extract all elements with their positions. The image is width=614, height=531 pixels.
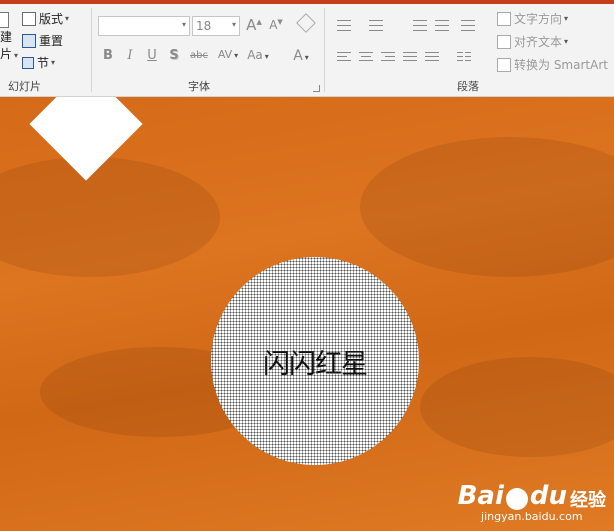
new-slide-label-top: 建 (0, 30, 13, 44)
align-text-label: 对齐文本 (514, 35, 563, 49)
strikethrough-button[interactable]: abc (186, 50, 212, 61)
chevron-down-icon: ▾ (564, 14, 569, 23)
circle-text[interactable]: 闪闪红星 (263, 342, 368, 381)
bold-label: B (103, 48, 113, 63)
slide-canvas[interactable]: 闪闪红星 Bai du 经验 jingyan.baidu.com (0, 97, 614, 531)
font-size-value: 18 (196, 19, 212, 33)
chevron-down-icon: ▾ (51, 58, 56, 67)
numbering-button[interactable] (369, 18, 393, 32)
baidu-watermark: Bai du 经验 jingyan.baidu.com (458, 481, 606, 524)
slides-group: 建 片 ▾ 版式 ▾ 重置 节 ▾ 幻灯片 (0, 4, 92, 96)
underline-label: U (147, 48, 157, 63)
layout-icon (22, 11, 36, 26)
spacing-label: AV (217, 48, 233, 61)
reset-icon (22, 33, 36, 48)
bullets-button[interactable] (337, 18, 361, 32)
bold-button[interactable]: B (98, 48, 118, 63)
align-right-button[interactable] (381, 50, 397, 64)
reset-button[interactable]: 重置 (22, 32, 63, 49)
layout-button[interactable]: 版式 ▾ (22, 10, 69, 27)
shadow-label: S (169, 48, 179, 63)
section-icon (22, 56, 34, 69)
convert-smartart-label: 转换为 SmartArt (514, 58, 608, 72)
shadow-button[interactable]: S (164, 48, 184, 63)
align-left-button[interactable] (337, 50, 353, 64)
font-color-label: A (293, 48, 303, 64)
section-label: 节 (37, 56, 50, 70)
new-slide-button[interactable]: 建 片 ▾ (0, 12, 18, 62)
char-spacing-button[interactable]: AV ▾ (214, 48, 242, 61)
text-direction-label: 文字方向 (514, 12, 563, 26)
ribbon: 建 片 ▾ 版式 ▾ 重置 节 ▾ 幻灯片 ▾ 18 ▾ A▲ A▼ B I U… (0, 4, 614, 97)
underline-button[interactable]: U (142, 48, 162, 63)
background-texture (420, 357, 614, 457)
case-label: Aa (247, 48, 263, 62)
clear-format-button[interactable] (296, 13, 316, 34)
text-direction-icon (497, 11, 511, 26)
paw-icon (505, 488, 528, 510)
text-direction-button[interactable]: 文字方向 ▾ (497, 10, 568, 27)
font-group-label: 字体 (188, 80, 210, 93)
smartart-icon (497, 57, 511, 72)
background-texture (360, 137, 614, 277)
convert-smartart-button[interactable]: 转换为 SmartArt (497, 56, 608, 73)
chevron-down-icon: ▾ (231, 20, 236, 29)
new-slide-label-bottom: 片 ▾ (0, 47, 19, 61)
italic-button[interactable]: I (120, 48, 140, 63)
dialog-launcher-icon[interactable] (313, 85, 320, 92)
watermark-jingyan: 经验 (570, 490, 606, 511)
background-texture (0, 157, 220, 277)
align-text-button[interactable]: 对齐文本 ▾ (497, 33, 568, 50)
align-text-icon (497, 34, 511, 49)
section-button[interactable]: 节 ▾ (22, 54, 55, 71)
font-color-button[interactable]: A ▾ (288, 48, 314, 64)
strike-label: abc (190, 50, 208, 61)
font-size-combo[interactable]: 18 ▾ (192, 16, 240, 36)
distributed-button[interactable] (425, 50, 441, 64)
grow-font-button[interactable]: A▲ (244, 16, 264, 34)
chevron-down-icon: ▾ (181, 20, 186, 29)
change-case-button[interactable]: Aa ▾ (244, 48, 272, 62)
eraser-icon (296, 13, 316, 33)
paragraph-group-label: 段落 (457, 80, 479, 93)
chevron-down-icon: ▾ (65, 14, 70, 23)
slides-group-label: 幻灯片 (8, 80, 41, 93)
font-group: ▾ 18 ▾ A▲ A▼ B I U S abc AV ▾ Aa ▾ A ▾ 字体 (92, 4, 324, 96)
chevron-down-icon: ▾ (564, 37, 569, 46)
decrease-indent-button[interactable] (413, 18, 429, 32)
columns-button[interactable] (457, 50, 479, 64)
circle-shape[interactable]: 闪闪红星 (211, 257, 419, 465)
italic-label: I (127, 48, 133, 63)
grow-font-icon: A (246, 16, 257, 34)
layout-label: 版式 (39, 12, 64, 26)
font-name-combo[interactable]: ▾ (98, 16, 190, 36)
align-center-button[interactable] (359, 50, 375, 64)
watermark-brand: Bai (457, 480, 504, 511)
line-spacing-button[interactable] (461, 18, 477, 32)
justify-button[interactable] (403, 50, 419, 64)
shrink-font-button[interactable]: A▼ (266, 18, 286, 32)
watermark-brand2: du (529, 480, 567, 511)
reset-label: 重置 (39, 34, 64, 48)
increase-indent-button[interactable] (435, 18, 451, 32)
paragraph-group: 文字方向 ▾ 对齐文本 ▾ 转换为 SmartArt 段落 (325, 4, 614, 96)
